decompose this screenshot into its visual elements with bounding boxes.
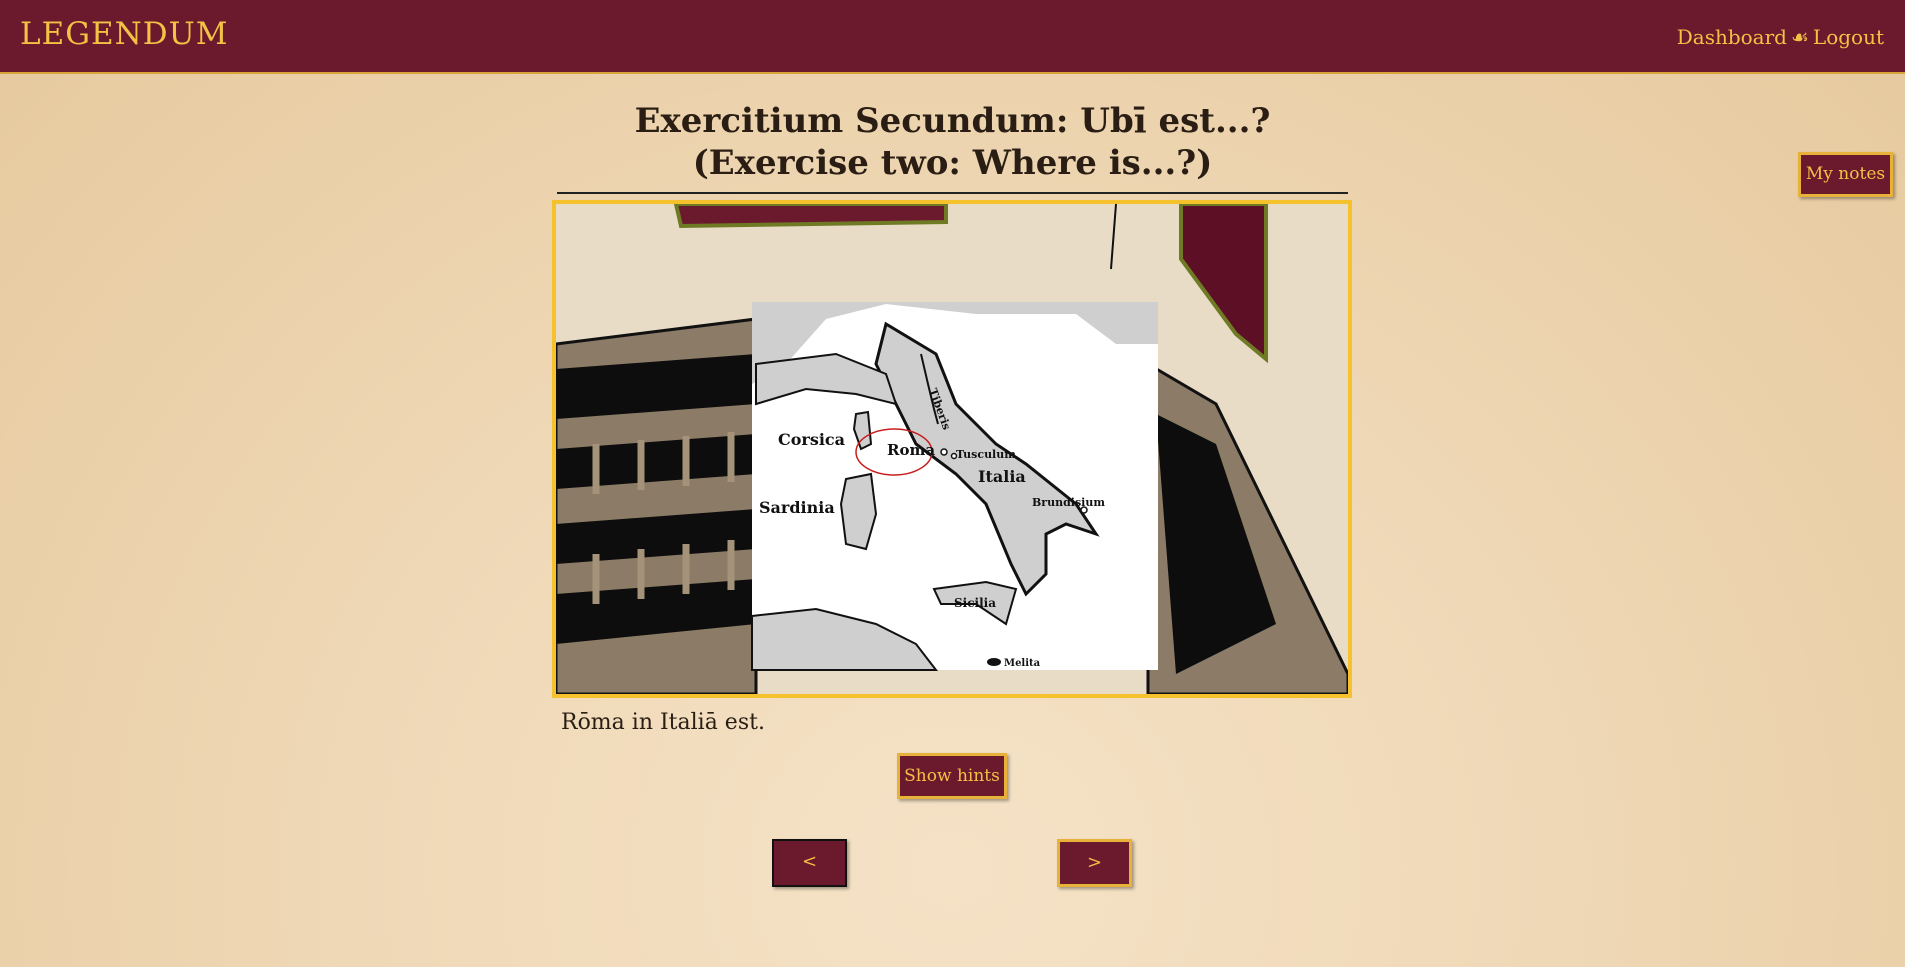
top-bar: LEGENDUM Dashboard ☙ Logout xyxy=(0,0,1905,74)
exercise-caption: Rōma in Italiā est. xyxy=(561,710,765,735)
logout-link[interactable]: Logout xyxy=(1813,25,1884,49)
top-nav: Dashboard ☙ Logout xyxy=(1677,25,1884,49)
nav-separator-icon: ☙ xyxy=(1790,25,1809,49)
label-sicilia: Sicilia xyxy=(954,596,996,610)
previous-button[interactable]: < xyxy=(772,839,847,887)
italy-map: Corsica Sardinia Roma Tiberis Tusculum I… xyxy=(751,302,1158,671)
label-melita: Melita xyxy=(1004,658,1041,669)
title-divider xyxy=(557,192,1348,194)
next-button[interactable]: > xyxy=(1057,839,1132,887)
exercise-title: Exercitium Secundum: Ubī est...? (Exerci… xyxy=(634,101,1271,183)
label-roma: Roma xyxy=(887,441,935,459)
site-logo[interactable]: LEGENDUM xyxy=(20,16,228,52)
dashboard-link[interactable]: Dashboard xyxy=(1677,25,1787,49)
label-corsica: Corsica xyxy=(778,430,845,449)
label-italia: Italia xyxy=(978,467,1026,486)
scene-svg: Corsica Sardinia Roma Tiberis Tusculum I… xyxy=(556,204,1348,694)
show-hints-button[interactable]: Show hints xyxy=(897,753,1007,799)
label-brundisium: Brundisium xyxy=(1032,496,1105,509)
my-notes-button[interactable]: My notes xyxy=(1798,152,1893,197)
label-tusculum: Tusculum xyxy=(956,448,1016,461)
exercise-illustration: Corsica Sardinia Roma Tiberis Tusculum I… xyxy=(552,200,1352,698)
label-sardinia: Sardinia xyxy=(759,498,835,517)
